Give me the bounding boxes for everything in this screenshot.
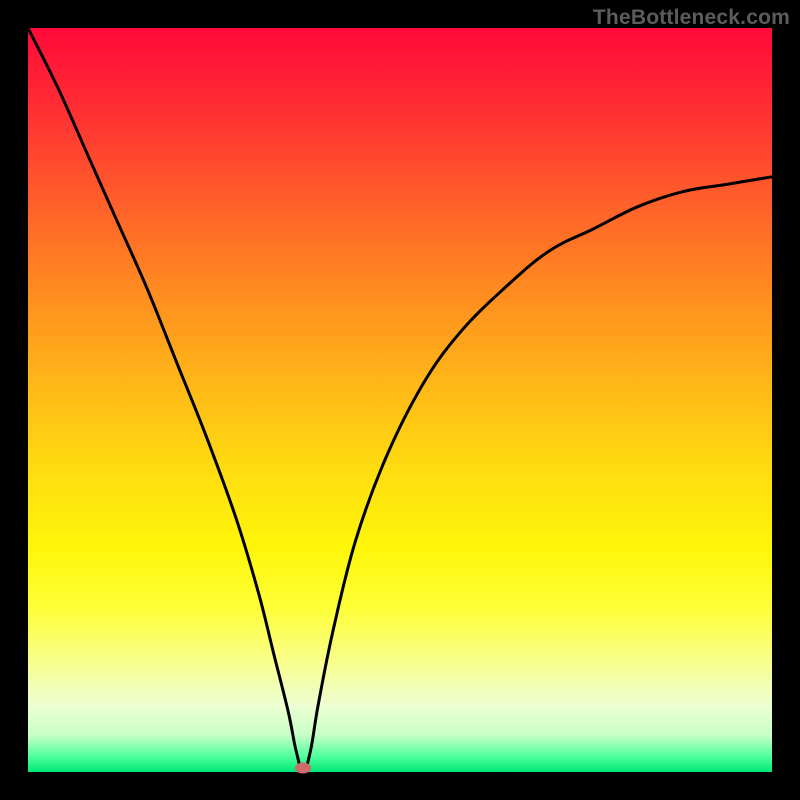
optimal-point-marker — [295, 763, 311, 774]
watermark-text: TheBottleneck.com — [593, 6, 790, 30]
chart-container: TheBottleneck.com — [0, 0, 800, 800]
bottleneck-curve — [28, 28, 772, 772]
